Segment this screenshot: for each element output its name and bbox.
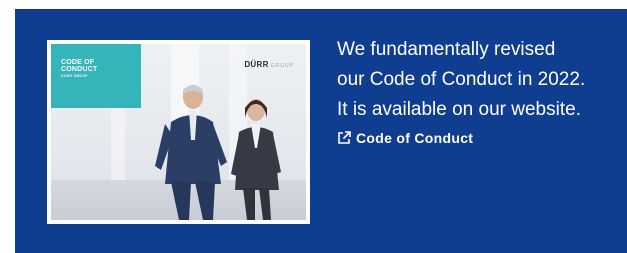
message-line-1: We fundamentally revised: [337, 39, 556, 60]
brand-name: DÜRR: [244, 60, 269, 69]
brand-sub: GROUP: [270, 63, 294, 69]
cover-title-box: CODE OF CONDUCT DÜRR GROUP: [51, 44, 141, 108]
external-link-icon: [338, 131, 351, 144]
code-of-conduct-link-label: Code of Conduct: [356, 130, 474, 146]
message-line-3: It is available on our website.: [337, 99, 581, 120]
message-line-2: our Code of Conduct in 2022.: [337, 69, 586, 90]
code-of-conduct-link[interactable]: Code of Conduct: [337, 130, 473, 146]
message-block: We fundamentally revised our Code of Con…: [337, 35, 627, 150]
code-of-conduct-panel: CODE OF CONDUCT DÜRR GROUP DÜRR GROUP We …: [15, 9, 627, 253]
cover-title-line1: CODE OF: [61, 59, 95, 66]
brochure-cover-image[interactable]: CODE OF CONDUCT DÜRR GROUP DÜRR GROUP: [47, 40, 310, 224]
brand-logo: DÜRR GROUP: [244, 60, 294, 69]
cover-photo: CODE OF CONDUCT DÜRR GROUP DÜRR GROUP: [51, 44, 306, 220]
message-text: We fundamentally revised our Code of Con…: [337, 35, 627, 125]
cover-title-line2: CONDUCT: [61, 66, 98, 73]
cover-title-sub: DÜRR GROUP: [61, 74, 88, 78]
